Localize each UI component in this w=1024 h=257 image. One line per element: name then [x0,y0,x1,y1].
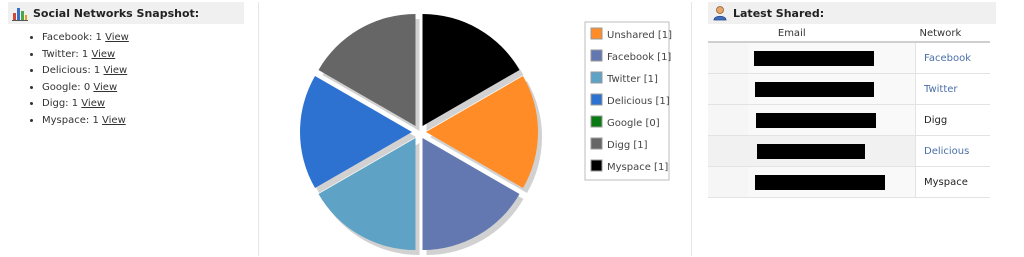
table-row: Digg [708,104,990,136]
bar-chart-icon [12,8,28,21]
latest-shared-header: Latest Shared: [708,2,996,24]
social-networks-header: Social Networks Snapshot: [8,2,244,24]
social-networks-title: Social Networks Snapshot: [33,6,200,20]
network-link-delicious[interactable]: Delicious [924,146,969,157]
redacted-email [755,81,874,97]
legend-swatch [590,115,603,128]
pie-chart-container: Unshared [1] Facebook [1] Twitter [1] Delic… [258,2,692,256]
legend-label: Delicious [1] [607,96,670,107]
legend-label: Twitter [1] [606,74,658,85]
table-row: Facebook [708,42,990,74]
legend-label: Digg [1] [607,140,648,151]
view-link-facebook[interactable]: View [105,32,129,43]
latest-shared-panel: Latest Shared: Email Network Facebook Tw… [708,2,996,198]
view-link-myspace[interactable]: View [102,115,126,126]
legend-swatch [590,137,603,150]
column-header-network: Network [915,26,990,43]
network-link-facebook[interactable]: Facebook [924,53,971,64]
legend-label: Unshared [1] [607,30,672,41]
view-link-delicious[interactable]: View [103,65,127,76]
social-networks-panel: Social Networks Snapshot: Facebook: 1 Vi… [8,2,244,129]
legend-label: Facebook [1] [607,52,671,63]
table-row: Twitter [708,73,990,105]
latest-shared-title: Latest Shared: [733,6,825,20]
legend-label: Google [0] [607,118,660,129]
table-row: Delicious [708,135,990,167]
redacted-email [754,50,874,66]
list-item: Digg: 1 View [42,96,244,113]
network-text-myspace: Myspace [924,176,968,188]
view-link-digg[interactable]: View [81,98,105,109]
view-link-twitter[interactable]: View [91,49,115,60]
redacted-email [756,112,876,128]
list-item: Delicious: 1 View [42,63,244,80]
column-header-email: Email [708,26,916,43]
legend-swatch [590,93,603,106]
legend-swatch [590,159,603,172]
legend-swatch [590,49,603,62]
legend-swatch [590,71,603,84]
legend-swatch [590,27,603,40]
latest-shared-table: Email Network Facebook Twitter Digg Deli… [708,26,990,198]
list-item: Google: 0 View [42,80,244,97]
redacted-email [757,143,865,159]
user-icon [713,6,727,21]
network-list: Facebook: 1 View Twitter: 1 View Delicio… [8,30,244,129]
view-link-google[interactable]: View [93,82,117,93]
legend-label: Myspace [1] [607,162,668,173]
network-link-twitter[interactable]: Twitter [924,84,958,95]
list-item: Myspace: 1 View [42,113,244,130]
network-text-digg: Digg [924,114,948,126]
redacted-email [755,174,885,190]
pie-chart: Unshared [1] Facebook [1] Twitter [1] Delic… [300,13,672,256]
list-item: Facebook: 1 View [42,30,244,47]
list-item: Twitter: 1 View [42,47,244,64]
table-row: Myspace [708,166,990,198]
